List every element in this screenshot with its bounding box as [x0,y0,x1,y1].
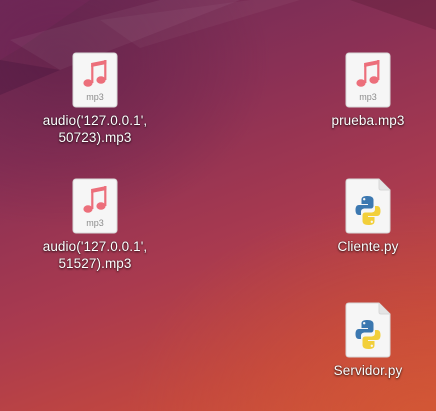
audio-file-icon: mp3 [72,52,118,108]
desktop-icon-audio-51527[interactable]: mp3 audio('127.0.0.1', 51527).mp3 [25,178,165,272]
icon-label: prueba.mp3 [331,113,405,128]
desktop-icon-servidor-py[interactable]: Servidor.py [298,302,436,379]
mp3-badge: mp3 [86,218,104,228]
icon-label: Servidor.py [333,363,403,378]
icon-label: audio('127.0.0.1', 50723).mp3 [42,113,148,145]
audio-file-icon: mp3 [345,52,391,108]
icon-label: Cliente.py [337,239,399,254]
mp3-badge: mp3 [86,92,104,102]
python-file-icon [345,178,391,234]
audio-file-icon: mp3 [72,178,118,234]
desktop-icon-prueba-mp3[interactable]: mp3 prueba.mp3 [298,52,436,129]
icon-label: audio('127.0.0.1', 51527).mp3 [42,239,148,271]
mp3-badge: mp3 [359,92,377,102]
python-file-icon [345,302,391,358]
desktop-icon-cliente-py[interactable]: Cliente.py [298,178,436,255]
desktop-icon-audio-50723[interactable]: mp3 audio('127.0.0.1', 50723).mp3 [25,52,165,146]
